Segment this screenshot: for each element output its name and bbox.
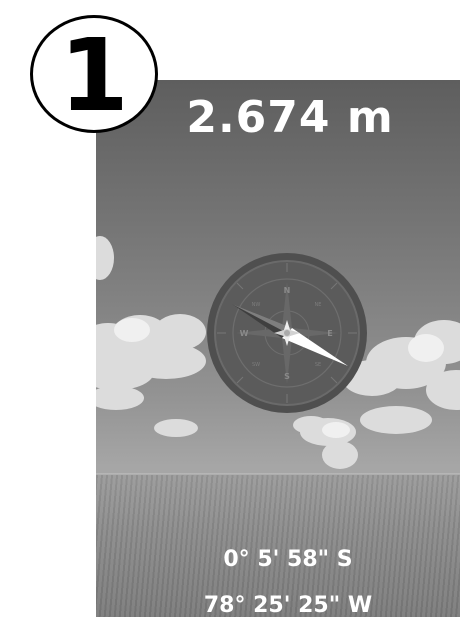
compass-label-n: N bbox=[284, 286, 291, 295]
longitude-readout: 78° 25' 25" W bbox=[203, 593, 373, 617]
app-screen: 2.674 m N E S W NE SE SW NW 0° 5' 58" S … bbox=[96, 80, 460, 617]
step-number: 1 bbox=[59, 17, 129, 134]
compass-label-se: SE bbox=[315, 362, 321, 368]
compass-label-s: S bbox=[284, 372, 290, 381]
compass-label-ne: NE bbox=[315, 302, 322, 308]
compass-label-sw: SW bbox=[252, 362, 260, 368]
compass-label-nw: NW bbox=[252, 302, 261, 308]
compass-label-e: E bbox=[327, 329, 332, 338]
compass-widget[interactable]: N E S W NE SE SW NW bbox=[206, 252, 368, 414]
latitude-readout: 0° 5' 58" S bbox=[223, 547, 353, 572]
step-number-badge: 1 bbox=[30, 15, 158, 133]
compass-label-w: W bbox=[240, 329, 249, 338]
